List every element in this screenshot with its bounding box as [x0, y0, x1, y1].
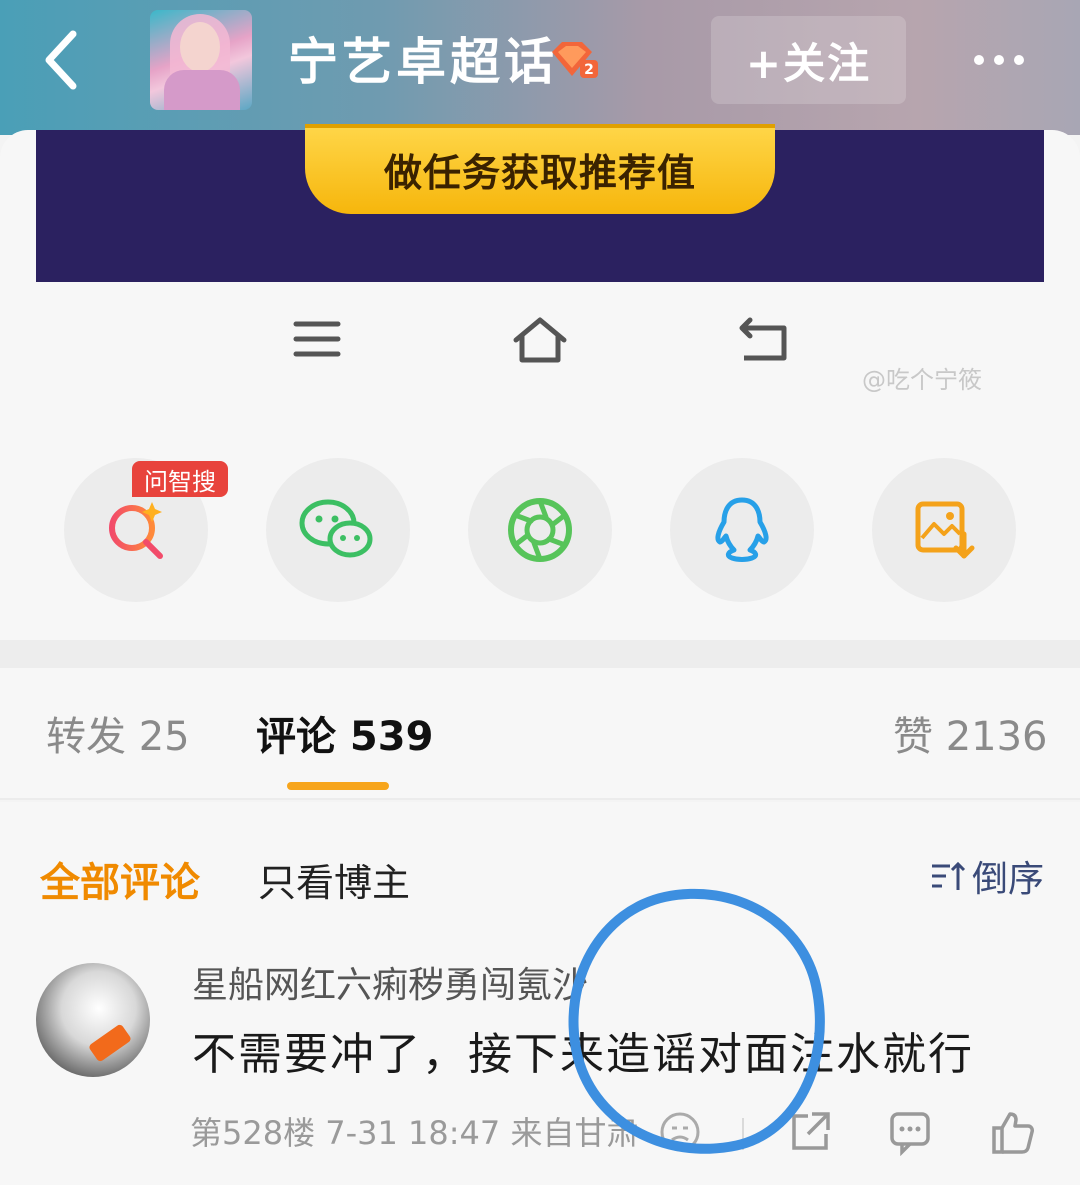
return-icon[interactable] — [734, 314, 794, 364]
reply-icon[interactable] — [886, 1108, 934, 1156]
follow-button[interactable]: +关注 — [711, 16, 906, 104]
comment-username[interactable]: 星船网红六痢秽勇闯氪沙 — [192, 956, 588, 1008]
back-button[interactable] — [36, 28, 86, 92]
comment-meta: 第528楼 7-31 18:47 来自甘肃 — [190, 1114, 639, 1152]
qq-icon — [715, 497, 769, 562]
moments-icon — [508, 498, 572, 562]
avatar[interactable] — [36, 963, 150, 1077]
topic-title[interactable]: 宁艺卓超话 — [288, 22, 558, 94]
save-image-button[interactable] — [872, 458, 1016, 602]
action-divider — [742, 1118, 744, 1150]
comment-text: 不需要冲了，接下来造谣对面注水就行 — [192, 1029, 974, 1080]
watermark: @吃个宁筱 — [862, 366, 982, 394]
sort-icon — [932, 861, 966, 890]
ai-search-tag: 问智搜 — [132, 461, 228, 497]
topic-header: 宁艺卓超话 2 +关注 — [0, 0, 1080, 135]
filter-all-comments[interactable]: 全部评论 — [40, 850, 200, 908]
sort-button[interactable]: 倒序 — [930, 854, 1044, 900]
sort-label: 倒序 — [972, 859, 1045, 900]
topic-avatar[interactable] — [150, 10, 252, 110]
like-icon[interactable] — [988, 1108, 1036, 1156]
moments-share-button[interactable] — [468, 458, 612, 602]
more-options-icon[interactable] — [960, 40, 1038, 80]
filter-blogger-only[interactable]: 只看博主 — [258, 852, 410, 907]
menu-icon[interactable] — [286, 314, 346, 364]
share-icon[interactable] — [786, 1108, 834, 1156]
svg-text:2: 2 — [584, 62, 594, 78]
qq-share-button[interactable] — [670, 458, 814, 602]
tab-like[interactable]: 赞 2136 — [893, 704, 1048, 762]
section-divider — [0, 640, 1080, 668]
home-icon[interactable] — [510, 314, 570, 364]
task-reward-button[interactable]: 做任务获取推荐值 — [305, 124, 775, 214]
post-tabs: 转发 25 评论 539 赞 2136 — [0, 668, 1080, 800]
wechat-share-button[interactable] — [266, 458, 410, 602]
wechat-icon — [299, 499, 373, 558]
level-badge-icon: 2 — [548, 40, 600, 80]
emoji-reaction-icon[interactable] — [656, 1108, 704, 1156]
tab-comment[interactable]: 评论 539 — [256, 704, 433, 762]
back-arrow-icon — [45, 30, 77, 90]
tab-repost[interactable]: 转发 25 — [46, 704, 190, 762]
active-tab-indicator — [287, 782, 389, 790]
save-image-icon — [915, 501, 975, 559]
ai-search-icon — [109, 502, 163, 559]
